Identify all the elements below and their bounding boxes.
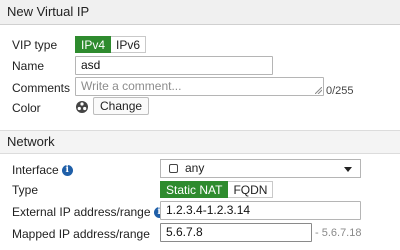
vip-type-ipv4-option[interactable]: IPv4 — [75, 36, 112, 53]
type-fqdn-option[interactable]: FQDN — [228, 181, 274, 198]
external-ip-input[interactable]: 1.2.3.4-1.2.3.14 — [160, 201, 361, 220]
name-input[interactable]: asd — [75, 56, 273, 75]
dialog-header: New Virtual IP — [0, 0, 400, 25]
dialog-title: New Virtual IP — [7, 4, 90, 19]
external-ip-label-text: External IP address/range — [12, 205, 151, 219]
vip-type-toggle[interactable]: IPv4 IPv6 — [75, 36, 147, 53]
info-icon[interactable]: i — [61, 165, 73, 177]
type-static-nat-option[interactable]: Static NAT — [160, 181, 229, 198]
network-section-title: Network — [7, 134, 55, 149]
interface-select[interactable]: any — [160, 159, 361, 178]
chevron-down-icon — [344, 167, 352, 172]
mapped-ip-input[interactable]: 5.6.7.8 — [160, 223, 312, 242]
nat-type-toggle[interactable]: Static NAT FQDN — [160, 181, 274, 198]
comments-counter: 0/255 — [326, 85, 354, 97]
mapped-ip-label: Mapped IP address/range — [12, 227, 150, 241]
type-label: Type — [12, 183, 39, 197]
interface-label: Interface i — [12, 163, 73, 177]
vip-type-ipv6-option[interactable]: IPv6 — [111, 36, 147, 53]
color-label: Color — [12, 101, 41, 115]
change-color-button[interactable]: Change — [93, 97, 150, 115]
interface-label-text: Interface — [12, 163, 59, 177]
resize-grip-icon[interactable] — [315, 87, 322, 94]
interface-value: any — [185, 161, 205, 175]
comments-textarea[interactable]: Write a comment... — [75, 77, 324, 96]
network-section-header: Network — [0, 130, 400, 154]
comments-label: Comments — [12, 81, 71, 95]
name-label: Name — [12, 59, 45, 73]
checkbox-icon — [169, 164, 178, 173]
mapped-ip-range-hint: - 5.6.7.18 — [315, 227, 362, 239]
external-ip-label: External IP address/rangei — [12, 205, 165, 219]
color-swatch-icon — [76, 101, 88, 113]
vip-type-label: VIP type — [12, 38, 58, 52]
